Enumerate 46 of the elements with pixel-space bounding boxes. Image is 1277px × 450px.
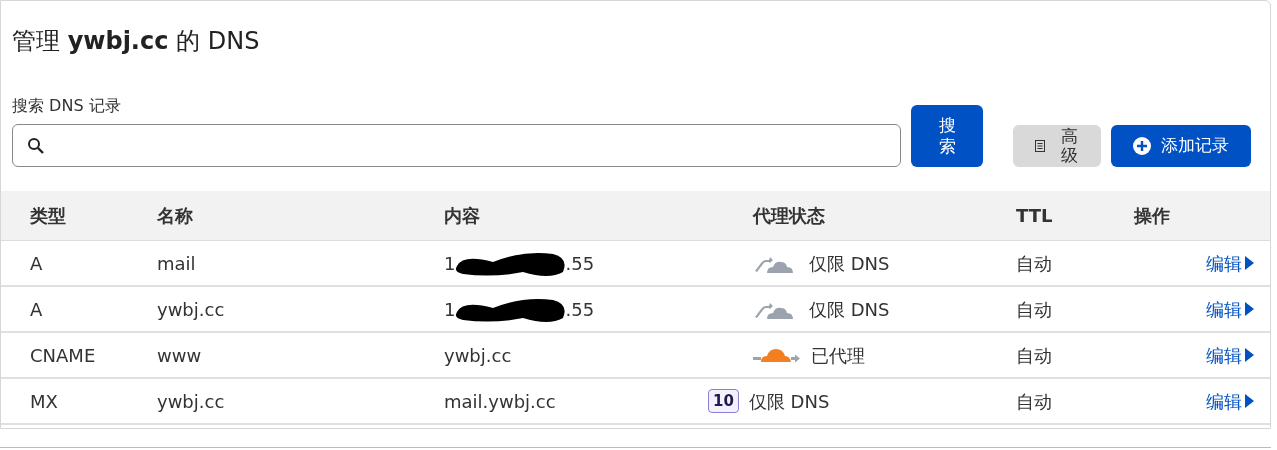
search-label: 搜索 DNS 记录: [12, 96, 121, 116]
edit-link[interactable]: 编辑: [1206, 341, 1254, 369]
caret-icon: [1245, 302, 1254, 316]
table-cell-text: ywbj.cc: [157, 389, 225, 414]
page-title: 管理 ywbj.cc 的 DNS: [11, 26, 261, 57]
table-cell-text: MX: [30, 389, 58, 414]
table-cell-text: A: [30, 251, 43, 276]
table-cell-text: www: [157, 343, 202, 368]
proxy-status: 仅限 DNS: [809, 251, 890, 276]
edit-link[interactable]: 编辑: [1206, 387, 1254, 415]
column-header: TTL: [1016, 204, 1053, 228]
column-header: 内容: [444, 204, 480, 228]
edit-link[interactable]: 编辑: [1206, 295, 1254, 323]
add-record-button[interactable]: 添加记录: [1111, 125, 1251, 167]
column-header: 类型: [30, 204, 66, 228]
table-cell-text: mail.ywbj.cc: [444, 389, 556, 414]
plus-circle-icon: [1133, 137, 1151, 155]
table-cell-text: 自动: [1016, 389, 1052, 414]
table-cell-text: A: [30, 297, 43, 322]
table-cell-text: 1: [444, 297, 456, 322]
search-icon: [27, 136, 45, 155]
table-cell-text: ywbj.cc: [157, 297, 225, 322]
document-icon: [1035, 140, 1045, 152]
priority-badge: 10: [708, 389, 739, 413]
proxy-status: 仅限 DNS: [748, 389, 830, 414]
caret-icon: [1245, 394, 1254, 408]
search-button[interactable]: 搜索: [911, 105, 983, 167]
search-field[interactable]: [12, 124, 901, 167]
table-cell-text: 自动: [1016, 297, 1052, 322]
table-cell-text: 自动: [1016, 251, 1052, 276]
table-cell-text: .55: [565, 297, 595, 322]
table-cell-text: .55: [565, 251, 595, 276]
column-header: 名称: [157, 204, 193, 228]
column-header: 操作: [1134, 204, 1170, 228]
caret-icon: [1245, 348, 1254, 362]
table-cell-text: mail: [157, 251, 196, 276]
proxy-status: 仅限 DNS: [809, 297, 890, 322]
column-header: 代理状态: [753, 204, 825, 228]
edit-link[interactable]: 编辑: [1206, 249, 1254, 277]
table-cell-text: 自动: [1016, 343, 1052, 368]
table-cell-text: ywbj.cc: [444, 343, 512, 368]
table-cell-text: 1: [444, 251, 456, 276]
caret-icon: [1245, 256, 1254, 270]
advanced-button[interactable]: 高级: [1013, 125, 1101, 167]
table-cell-text: CNAME: [30, 343, 96, 368]
proxy-status: 已代理: [811, 343, 865, 368]
